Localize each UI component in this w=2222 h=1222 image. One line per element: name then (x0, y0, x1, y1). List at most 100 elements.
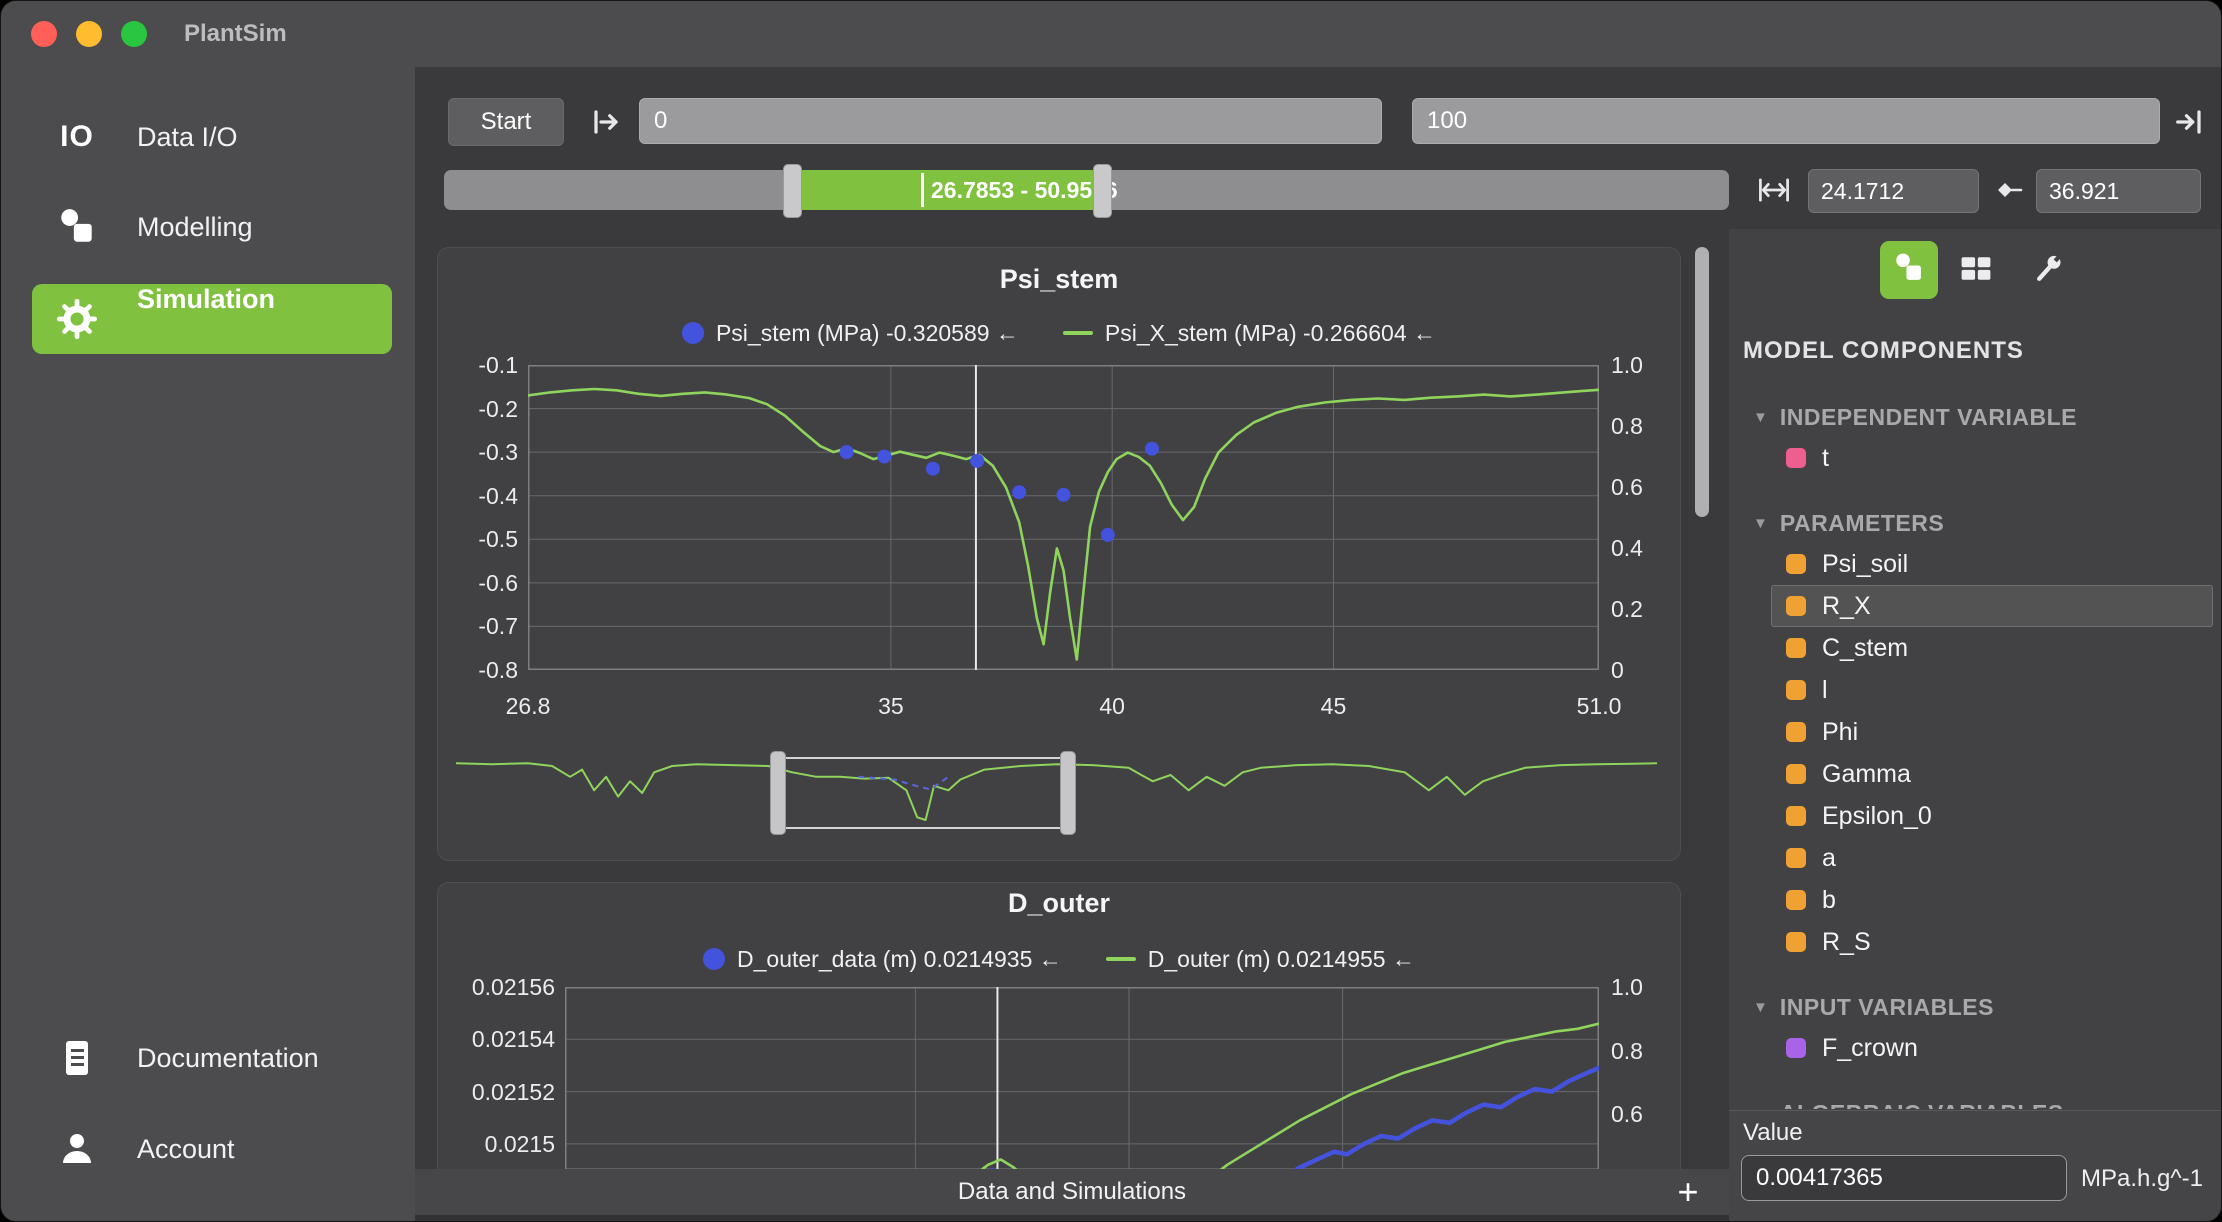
range-right-handle[interactable] (1093, 164, 1112, 218)
component-item-b[interactable]: b (1771, 879, 2213, 921)
cursor-position-icon (1993, 175, 2023, 210)
grid-view-button[interactable] (1953, 248, 1999, 294)
section-title: ALGEBRAIC VARIABLES (1780, 1100, 2064, 1110)
plot-area[interactable] (565, 987, 1599, 1170)
components-view-button[interactable] (1880, 241, 1938, 299)
y-right-tick-label: 0 (1611, 656, 1624, 684)
y-right-tick-label: 0.2 (1611, 595, 1643, 623)
psi-stem-chart-panel: Psi_stem Psi_stem (MPa) -0.320589 ← Psi_X… (437, 247, 1681, 861)
grid-icon (1958, 251, 1994, 292)
x-tick-label: 35 (841, 692, 941, 720)
chart-title: D_outer (438, 886, 1680, 920)
y-left-tick-label: -0.6 (438, 569, 518, 597)
charts-scrollbar[interactable] (1695, 247, 1709, 517)
overview-right-handle[interactable] (1060, 751, 1076, 835)
legend-label: D_outer_data (m) 0.0214935 ← (737, 946, 1062, 973)
value-input[interactable] (1741, 1155, 2067, 1201)
legend-item[interactable]: D_outer (m) 0.0214955 ← (1106, 946, 1415, 973)
sim-start-input[interactable] (639, 98, 1382, 144)
tools-button[interactable] (2025, 248, 2071, 294)
component-item-gamma[interactable]: Gamma (1771, 753, 2213, 795)
sim-end-input[interactable] (1412, 98, 2160, 144)
range-left-handle[interactable] (783, 164, 802, 218)
component-item-t[interactable]: t (1771, 437, 2213, 479)
legend-dot-marker (703, 948, 725, 970)
bottom-bar: Data and Simulations + (415, 1169, 1729, 1222)
component-name: C_stem (1822, 634, 1908, 663)
play-from-start-icon[interactable] (591, 107, 621, 142)
sidebar-item-modelling[interactable]: Modelling (1, 191, 415, 263)
component-color-swatch (1786, 596, 1806, 616)
component-color-swatch (1786, 890, 1806, 910)
y-left-tick-label: -0.4 (438, 482, 518, 510)
legend-line-marker (1063, 331, 1093, 335)
chevron-down-icon: ▼ (1753, 1105, 1768, 1110)
y-right-tick-label: 0.8 (1611, 412, 1643, 440)
range-label: 26.7853 - 50.9566 (931, 170, 1118, 210)
range-width-input[interactable] (1808, 169, 1979, 213)
model-components-panel: MODEL COMPONENTS ▼INDEPENDENT VARIABLEt ▼… (1729, 229, 2222, 1221)
overview-left-handle[interactable] (770, 751, 786, 835)
component-name: R_X (1822, 592, 1871, 621)
plot-area[interactable] (528, 365, 1599, 670)
y-right-tick-label: 1.0 (1611, 351, 1643, 379)
component-item-c_stem[interactable]: C_stem (1771, 627, 2213, 669)
sidebar-item-label: Documentation (137, 1043, 319, 1074)
person-icon (55, 1127, 99, 1171)
x-tick-label: 26.8 (478, 692, 578, 720)
component-item-l[interactable]: l (1771, 669, 2213, 711)
y-right-tick-label: 0.4 (1611, 534, 1643, 562)
x-tick-label: 51.0 (1549, 692, 1649, 720)
component-item-phi[interactable]: Phi (1771, 711, 2213, 753)
section-header-algebraic-variables[interactable]: ▼ ALGEBRAIC VARIABLES (1743, 1093, 2213, 1109)
legend-item[interactable]: Psi_X_stem (MPa) -0.266604 ← (1063, 320, 1436, 347)
y-right-tick-label: 1.0 (1611, 973, 1643, 1001)
section-header-input-variables[interactable]: ▼INPUT VARIABLES (1743, 987, 2213, 1027)
bottom-tab-bar[interactable]: Data and Simulations + (415, 1169, 1729, 1215)
start-button[interactable]: Start (448, 98, 564, 146)
sidebar-item-simulation[interactable]: Simulation (32, 284, 392, 354)
overview-strip[interactable] (456, 757, 1657, 829)
component-name: Psi_soil (1822, 550, 1908, 579)
component-color-swatch (1786, 848, 1806, 868)
component-item-r_s[interactable]: R_S (1771, 921, 2213, 963)
component-item-epsilon_0[interactable]: Epsilon_0 (1771, 795, 2213, 837)
y-right-tick-label: 0.6 (1611, 1100, 1643, 1128)
y-left-tick-label: 0.02152 (438, 1078, 555, 1106)
wrench-icon (2030, 251, 2066, 292)
component-name: R_S (1822, 928, 1871, 957)
component-item-psi_soil[interactable]: Psi_soil (1771, 543, 2213, 585)
component-name: b (1822, 886, 1836, 915)
close-window-button[interactable] (31, 21, 57, 47)
component-item-r_x[interactable]: R_X (1771, 585, 2213, 627)
maximize-window-button[interactable] (121, 21, 147, 47)
section-title: PARAMETERS (1780, 510, 1944, 537)
legend-item[interactable]: D_outer_data (m) 0.0214935 ← (703, 946, 1062, 973)
section-header-parameters[interactable]: ▼ PARAMETERS (1743, 503, 2213, 543)
legend-line-marker (1106, 957, 1136, 961)
component-color-swatch (1786, 932, 1806, 952)
sidebar-item-documentation[interactable]: Documentation (1, 1022, 415, 1094)
component-color-swatch (1786, 554, 1806, 574)
chevron-down-icon: ▼ (1753, 999, 1768, 1016)
cursor-time-input[interactable] (2036, 169, 2201, 213)
jump-to-end-icon[interactable] (2174, 107, 2204, 142)
chart-legend: D_outer_data (m) 0.0214935 ← D_outer (m) … (438, 944, 1680, 974)
time-range-slider[interactable]: 26.7853 - 50.9566 (444, 170, 1729, 210)
chart-title: Psi_stem (438, 262, 1680, 296)
component-item-f_crown[interactable]: F_crown (1771, 1027, 2213, 1069)
section-header-independent-variable[interactable]: ▼INDEPENDENT VARIABLE (1743, 397, 2213, 437)
right-panel-toolbar (1729, 241, 2222, 299)
sidebar-item-account[interactable]: Account (1, 1113, 415, 1185)
sidebar-item-data-io[interactable]: IO Data I/O (1, 101, 415, 173)
component-item-a[interactable]: a (1771, 837, 2213, 879)
legend-dot-marker (682, 322, 704, 344)
y-left-tick-label: -0.1 (438, 351, 518, 379)
chart-legend: Psi_stem (MPa) -0.320589 ← Psi_X_stem (MP… (438, 318, 1680, 348)
minimize-window-button[interactable] (76, 21, 102, 47)
component-color-swatch (1786, 1038, 1806, 1058)
chevron-down-icon: ▼ (1753, 515, 1768, 532)
model-components-header: MODEL COMPONENTS (1743, 329, 2024, 373)
legend-item[interactable]: Psi_stem (MPa) -0.320589 ← (682, 320, 1019, 347)
add-tab-button[interactable]: + (1665, 1169, 1711, 1215)
